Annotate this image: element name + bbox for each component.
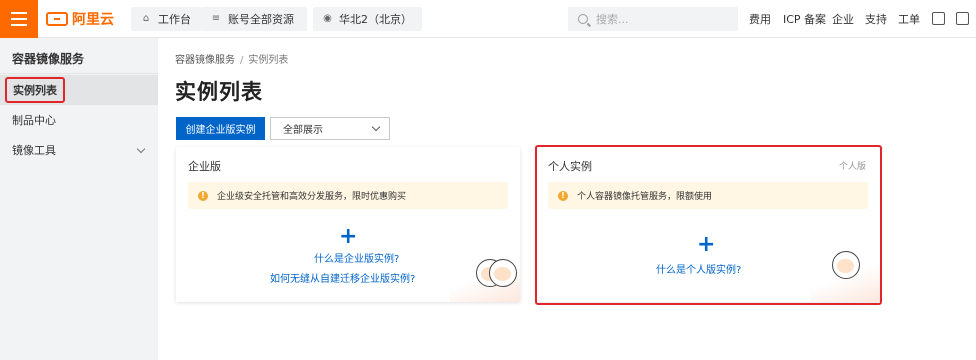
breadcrumb-current: 实例列表 [248, 55, 289, 66]
nav-support[interactable]: 支持 [865, 0, 887, 38]
workbench-label: 工作台 [158, 13, 191, 26]
location-icon: ◉ [323, 13, 332, 24]
notice-text: 企业级安全托管和高效分发服务，限时优惠购买 [217, 192, 407, 202]
menu-icon[interactable] [0, 0, 38, 38]
search-placeholder: 搜索... [596, 13, 629, 26]
home-icon: ⌂ [142, 13, 150, 24]
top-bar: 阿里云 ⌂ 工作台 ≡ 账号全部资源 ◉ 华北2（北京） 搜索... 费用 IC… [0, 0, 976, 38]
sidebar-title: 容器镜像服务 [12, 52, 85, 66]
card-title: 企业版 [188, 160, 221, 173]
plus-icon[interactable]: + [339, 226, 357, 248]
personal-instance-card: 个人实例 个人版 ! 个人容器镜像托管服务，限额使用 + 什么是个人版实例? [536, 147, 880, 302]
enterprise-edition-card: 企业版 ! 企业级安全托管和高效分发服务，限时优惠购买 + 什么是企业版实例? … [176, 147, 520, 302]
nav-billing[interactable]: 费用 [749, 0, 771, 38]
main-content: 容器镜像服务 / 实例列表 实例列表 创建企业版实例 全部展示 企业版 ! 企业级安… [158, 38, 976, 360]
avatar-icon [832, 251, 860, 279]
nav-icp[interactable]: ICP 备案 [783, 0, 826, 38]
code-icon[interactable] [932, 12, 945, 25]
sidebar-item-label: 实例列表 [5, 77, 65, 103]
avatar-icon [489, 259, 517, 287]
nav-enterprise[interactable]: 企业 [832, 0, 854, 38]
chevron-down-icon [136, 144, 146, 154]
sidebar-item-image-tools[interactable]: 镜像工具 [0, 135, 158, 165]
warning-icon: ! [558, 190, 568, 201]
search-input[interactable]: 搜索... [568, 7, 738, 31]
migrate-enterprise-link[interactable]: 如何无缝从自建迁移企业版实例? [270, 270, 415, 285]
region-label: 华北2（北京） [339, 13, 412, 26]
what-is-enterprise-link[interactable]: 什么是企业版实例? [314, 250, 399, 265]
region-selector[interactable]: ◉ 华北2（北京） [313, 7, 422, 31]
sidebar-item-label: 制品中心 [12, 114, 56, 127]
sidebar-item-artifact-center[interactable]: 制品中心 [0, 105, 158, 135]
sidebar-divider [0, 73, 158, 74]
sidebar-item-instance-list[interactable]: 实例列表 [0, 75, 158, 105]
terminal-icon[interactable] [956, 12, 969, 25]
logo-text: 阿里云 [72, 12, 114, 28]
filter-select[interactable]: 全部展示 [270, 117, 390, 140]
breadcrumb-separator: / [240, 55, 244, 66]
chevron-down-icon [371, 122, 381, 132]
workbench-button[interactable]: ⌂ 工作台 [131, 7, 201, 31]
filter-select-value: 全部展示 [283, 125, 323, 136]
breadcrumb-link[interactable]: 容器镜像服务 [175, 55, 235, 66]
account-scope-label: 账号全部资源 [228, 13, 294, 26]
notice-banner: ! 企业级安全托管和高效分发服务，限时优惠购买 [188, 182, 508, 209]
sidebar-item-label: 镜像工具 [12, 144, 56, 157]
server-icon: ≡ [211, 13, 221, 24]
notice-text: 个人容器镜像托管服务，限额使用 [577, 192, 713, 202]
warning-icon: ! [198, 190, 208, 201]
search-icon [578, 14, 588, 24]
face-shape [494, 267, 511, 281]
create-enterprise-instance-button[interactable]: 创建企业版实例 [176, 117, 265, 140]
page-title: 实例列表 [175, 80, 263, 104]
what-is-personal-link[interactable]: 什么是个人版实例? [656, 261, 741, 276]
aliyun-logo-icon [46, 12, 68, 26]
brand-logo[interactable]: 阿里云 [46, 9, 114, 29]
breadcrumb: 容器镜像服务 / 实例列表 [175, 51, 288, 66]
face-shape [837, 259, 854, 273]
edition-tag: 个人版 [838, 162, 866, 172]
card-title: 个人实例 [548, 160, 592, 173]
notice-banner: ! 个人容器镜像托管服务，限额使用 [548, 182, 868, 209]
nav-ticket[interactable]: 工单 [898, 0, 920, 38]
sidebar: 容器镜像服务 实例列表 制品中心 镜像工具 [0, 38, 158, 360]
plus-icon[interactable]: + [697, 234, 715, 256]
account-scope-selector[interactable]: ≡ 账号全部资源 [201, 7, 307, 31]
